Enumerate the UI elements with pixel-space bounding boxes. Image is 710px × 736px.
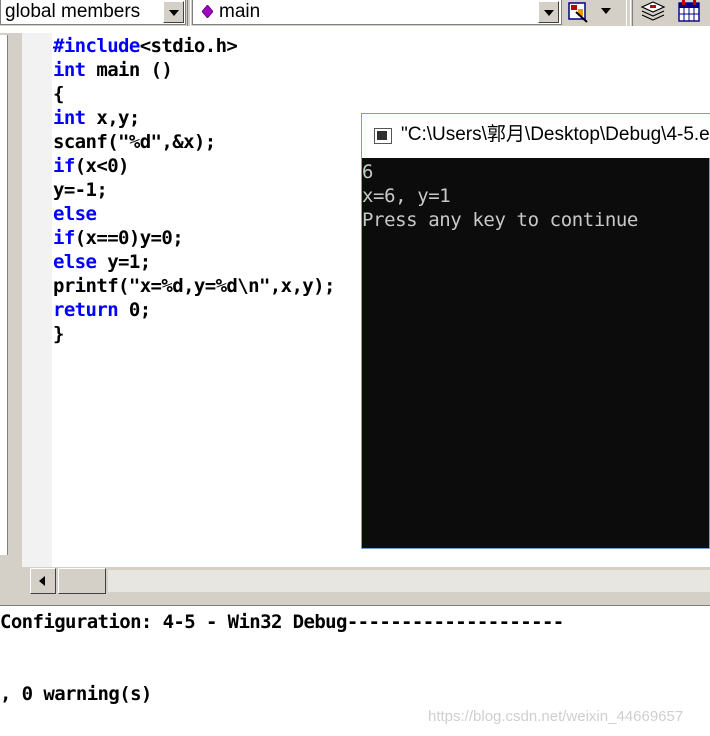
- console-line: x=6, y=1: [362, 185, 451, 207]
- scope-combobox[interactable]: global members: [0, 0, 186, 25]
- code-lines: #include<stdio.h> int main (){int x,y; sca…: [53, 34, 335, 346]
- code-keyword: if: [53, 227, 75, 249]
- wizard-button[interactable]: [566, 0, 590, 24]
- code-text: 0;: [118, 299, 151, 321]
- wizard-dropdown-button[interactable]: [598, 0, 614, 24]
- console-app-icon: [374, 128, 392, 144]
- function-dropdown-button[interactable]: [538, 1, 559, 23]
- code-text: {: [53, 83, 64, 105]
- function-combobox-value: main: [219, 1, 261, 22]
- console-line: 6: [362, 161, 374, 183]
- toolbar-grip: [630, 0, 633, 26]
- code-line: int main (): [53, 58, 335, 82]
- console-title: "C:\Users\郭月\Desktop\Debug\4-5.e: [401, 124, 710, 145]
- scroll-track[interactable]: [108, 570, 710, 592]
- code-line: return 0;: [53, 298, 335, 322]
- scroll-left-button[interactable]: [30, 568, 56, 594]
- code-keyword: if: [53, 155, 75, 177]
- build-warning-line: , 0 warning(s): [0, 683, 152, 705]
- chevron-down-icon: [169, 10, 179, 16]
- scope-dropdown-button[interactable]: [163, 1, 184, 23]
- code-text: }: [53, 323, 64, 345]
- diamond-icon: [202, 5, 213, 18]
- toolbar: global members main: [0, 0, 710, 26]
- console-window[interactable]: "C:\Users\郭月\Desktop\Debug\4-5.e 6 x=6, y…: [361, 113, 710, 549]
- console-titlebar[interactable]: "C:\Users\郭月\Desktop\Debug\4-5.e: [362, 114, 710, 158]
- code-text: (x<0): [74, 155, 130, 177]
- code-line: if(x<0): [53, 154, 335, 178]
- code-line: if(x==0)y=0;: [53, 226, 335, 250]
- code-keyword: int: [53, 107, 86, 129]
- code-keyword: #include: [53, 35, 140, 57]
- stack-button[interactable]: [640, 0, 666, 24]
- code-line: else: [53, 202, 335, 226]
- calendar-button[interactable]: [676, 0, 702, 24]
- chevron-down-icon: [601, 8, 611, 14]
- code-text: y=-1;: [53, 179, 108, 201]
- editor-margin: [22, 33, 52, 567]
- code-line: scanf("%d",&x);: [53, 130, 335, 154]
- scope-combobox-value: global members: [5, 1, 141, 22]
- code-text: y=1;: [96, 251, 151, 273]
- code-keyword: return: [53, 299, 119, 321]
- code-text: x,y;: [85, 107, 140, 129]
- calendar-icon: [678, 0, 700, 22]
- code-text: <stdio.h>: [139, 35, 238, 57]
- pane-splitter[interactable]: [0, 597, 710, 606]
- code-keyword: else: [53, 203, 97, 225]
- code-keyword: int: [53, 59, 86, 81]
- code-line: #include<stdio.h>: [53, 34, 335, 58]
- code-line: y=-1;: [53, 178, 335, 202]
- chevron-down-icon: [544, 10, 554, 16]
- code-line: else y=1;: [53, 250, 335, 274]
- code-line: {: [53, 82, 335, 106]
- horizontal-scrollbar[interactable]: [30, 568, 710, 594]
- watermark: https://blog.csdn.net/weixin_44669657: [428, 708, 684, 725]
- code-text: printf("x=%d,y=%d\n",x,y);: [53, 275, 335, 297]
- function-combobox[interactable]: main: [192, 0, 562, 25]
- code-text: (x==0)y=0;: [74, 227, 184, 249]
- stack-icon: [640, 1, 666, 21]
- code-line: int x,y;: [53, 106, 335, 130]
- console-line: Press any key to continue: [362, 209, 638, 231]
- code-text: scanf("%d",&x);: [53, 131, 216, 153]
- code-text: main (): [85, 59, 173, 81]
- wizard-icon: [568, 2, 588, 23]
- code-line: printf("x=%d,y=%d\n",x,y);: [53, 274, 335, 298]
- code-keyword: else: [53, 251, 97, 273]
- toolbar-separator: [187, 0, 191, 26]
- chevron-left-icon: [39, 576, 45, 586]
- scroll-thumb[interactable]: [58, 568, 106, 594]
- build-config-line: Configuration: 4-5 - Win32 Debug--------…: [0, 611, 564, 633]
- console-output: 6 x=6, y=1 Press any key to continue: [362, 160, 709, 232]
- left-scroll-track[interactable]: [0, 35, 8, 555]
- code-line: }: [53, 322, 335, 346]
